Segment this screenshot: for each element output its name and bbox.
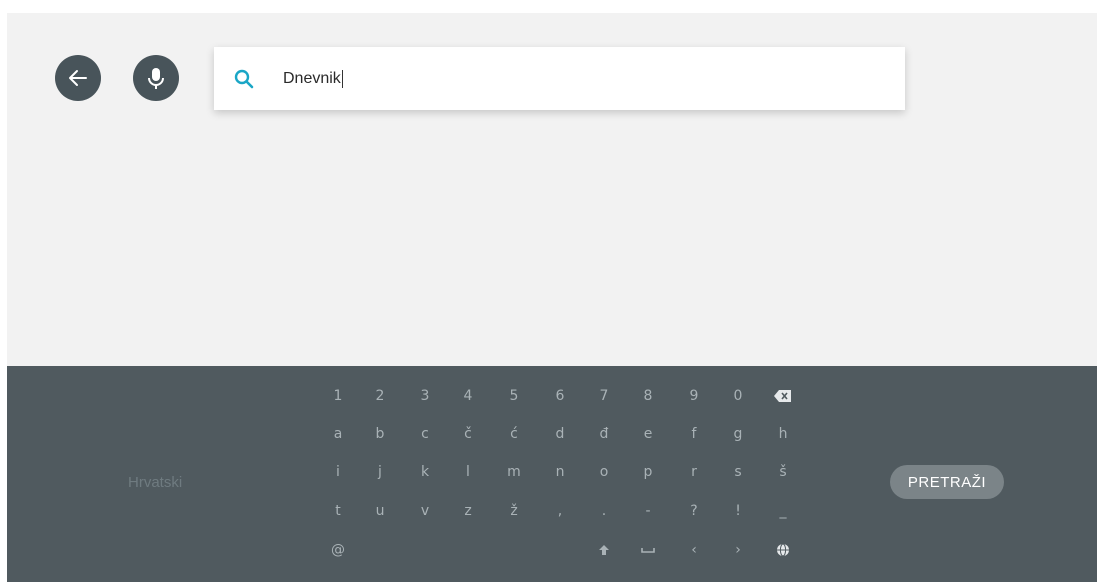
- key[interactable]: k: [411, 460, 439, 484]
- search-icon: [233, 67, 257, 91]
- key[interactable]: ć: [500, 422, 528, 446]
- keyboard-language-button[interactable]: Hrvatski: [128, 474, 182, 491]
- voice-search-button[interactable]: [133, 55, 179, 101]
- key[interactable]: _: [769, 499, 797, 523]
- key[interactable]: u: [366, 499, 394, 523]
- key[interactable]: .: [590, 499, 618, 523]
- shift-key[interactable]: [590, 538, 618, 562]
- space-key[interactable]: [634, 538, 662, 562]
- key[interactable]: ?: [680, 499, 708, 523]
- key[interactable]: 3: [411, 384, 439, 408]
- key[interactable]: ,: [546, 499, 574, 523]
- key[interactable]: 7: [590, 384, 618, 408]
- key[interactable]: h: [769, 422, 797, 446]
- key[interactable]: !: [724, 499, 752, 523]
- key[interactable]: o: [590, 460, 618, 484]
- key[interactable]: a: [324, 422, 352, 446]
- key[interactable]: f: [680, 422, 708, 446]
- key[interactable]: s: [724, 460, 752, 484]
- key[interactable]: b: [366, 422, 394, 446]
- key[interactable]: n: [546, 460, 574, 484]
- key[interactable]: d: [546, 422, 574, 446]
- key[interactable]: c: [411, 422, 439, 446]
- search-submit-button[interactable]: PRETRAŽI: [890, 465, 1004, 499]
- text-caret: [341, 69, 343, 88]
- key[interactable]: m: [500, 460, 528, 484]
- key[interactable]: g: [724, 422, 752, 446]
- key[interactable]: j: [366, 460, 394, 484]
- globe-icon: [777, 543, 789, 557]
- key[interactable]: č: [454, 422, 482, 446]
- key[interactable]: 5: [500, 384, 528, 408]
- key[interactable]: z: [454, 499, 482, 523]
- backspace-key[interactable]: [769, 384, 797, 408]
- key[interactable]: đ: [590, 422, 618, 446]
- shift-icon: [599, 545, 609, 555]
- key[interactable]: e: [634, 422, 662, 446]
- key[interactable]: 1: [324, 384, 352, 408]
- key[interactable]: ž: [500, 499, 528, 523]
- key[interactable]: @: [324, 538, 352, 562]
- key[interactable]: 4: [454, 384, 482, 408]
- key[interactable]: i: [324, 460, 352, 484]
- key[interactable]: 2: [366, 384, 394, 408]
- cursor-left-key[interactable]: ‹: [680, 538, 708, 562]
- backspace-icon: [774, 390, 791, 402]
- search-input[interactable]: Dnevnik: [214, 47, 905, 110]
- key[interactable]: v: [411, 499, 439, 523]
- key[interactable]: 8: [634, 384, 662, 408]
- key[interactable]: p: [634, 460, 662, 484]
- key[interactable]: 0: [724, 384, 752, 408]
- key[interactable]: t: [324, 499, 352, 523]
- back-button[interactable]: [55, 55, 101, 101]
- key[interactable]: 9: [680, 384, 708, 408]
- space-icon: [641, 548, 655, 553]
- search-query-text: Dnevnik: [283, 69, 341, 87]
- key[interactable]: 6: [546, 384, 574, 408]
- key[interactable]: r: [680, 460, 708, 484]
- key[interactable]: š: [769, 460, 797, 484]
- cursor-right-key[interactable]: ›: [724, 538, 752, 562]
- arrow-left-icon: [69, 70, 87, 86]
- key[interactable]: -: [634, 499, 662, 523]
- key[interactable]: l: [454, 460, 482, 484]
- microphone-icon: [148, 68, 164, 89]
- globe-key[interactable]: [769, 538, 797, 562]
